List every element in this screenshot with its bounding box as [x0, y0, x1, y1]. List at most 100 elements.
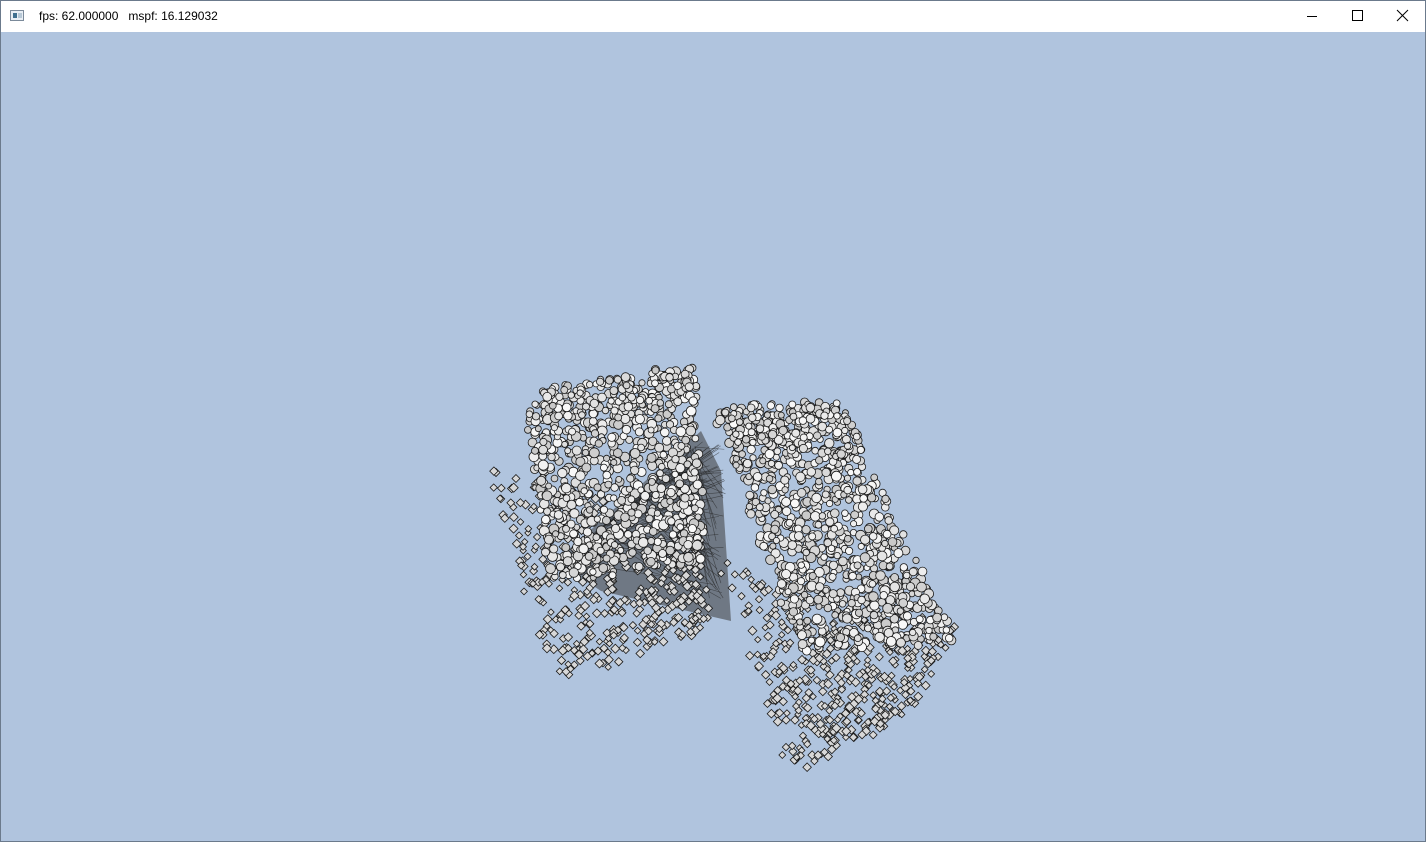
particle-sphere [767, 429, 778, 440]
particle-sphere [884, 516, 893, 525]
particle-cube [727, 583, 737, 593]
particle-sphere [827, 544, 836, 553]
particle-sphere [550, 474, 559, 483]
particle-sphere [882, 602, 893, 614]
particle-sphere [899, 563, 908, 572]
particle-sphere [539, 437, 548, 446]
particle-cube [920, 680, 931, 691]
particle-sphere [749, 438, 757, 446]
particle-cube [595, 637, 604, 646]
particle-sphere [769, 542, 777, 550]
particle-sphere [732, 430, 740, 438]
particle-sphere [727, 414, 736, 423]
minimize-button[interactable] [1289, 1, 1335, 31]
particle-sphere [690, 468, 699, 477]
particle-cube [632, 637, 643, 647]
window-app-icon[interactable] [10, 10, 24, 21]
particle-cube [787, 741, 797, 751]
title-bar[interactable]: fps: 62.000000 mspf: 16.129032 [1, 1, 1425, 31]
particle-sphere [898, 598, 908, 608]
particle-cube [633, 626, 642, 635]
particle-sphere [662, 436, 672, 446]
particle-sphere [776, 579, 787, 589]
particle-sphere [896, 607, 904, 615]
particle-sphere [775, 403, 784, 413]
particle-sphere [661, 474, 671, 483]
particle-sphere [611, 523, 621, 533]
particle-sphere [925, 626, 933, 635]
particle-sphere [687, 524, 697, 534]
particle-sphere [596, 377, 605, 386]
particle-sphere [602, 515, 611, 525]
particle-sphere [732, 461, 740, 469]
particle-sphere [917, 566, 928, 577]
particle-sphere [854, 608, 864, 617]
particle-sphere [561, 482, 572, 494]
particle-cube [508, 512, 519, 523]
particle-sphere [798, 443, 808, 453]
particle-sphere [680, 493, 690, 503]
particle-cube [772, 716, 783, 727]
particle-cube [765, 678, 774, 686]
particle-sphere [932, 612, 942, 623]
particle-sphere [596, 546, 605, 555]
particle-sphere [863, 524, 873, 534]
particle-sphere [623, 402, 634, 412]
particle-sphere [847, 599, 856, 608]
particle-sphere [853, 467, 861, 476]
particle-sphere [836, 588, 845, 597]
particle-sphere [665, 420, 675, 429]
particle-cube [582, 612, 591, 621]
particle-sphere [798, 416, 808, 425]
particle-sphere [568, 427, 576, 436]
render-viewport[interactable] [1, 32, 1425, 841]
particle-sphere [785, 518, 794, 527]
particle-sphere [781, 486, 789, 494]
particle-cube [591, 608, 602, 619]
particle-sphere [584, 552, 594, 561]
particle-sphere [568, 567, 579, 578]
particle-sphere [586, 506, 594, 514]
particle-sphere [811, 492, 822, 503]
particle-sphere [760, 489, 768, 497]
particle-sphere [729, 403, 738, 411]
particle-sphere [589, 568, 597, 576]
particle-cube [496, 483, 506, 493]
particle-sphere [942, 626, 951, 634]
particle-sphere [675, 479, 684, 489]
particle-sphere [588, 416, 598, 426]
particle-sphere [560, 386, 569, 394]
particle-sphere [531, 412, 541, 421]
particle-sphere [831, 470, 842, 482]
particle-sphere [566, 499, 577, 510]
particle-sphere [576, 389, 584, 397]
particle-sphere [665, 545, 675, 556]
particle-sphere [774, 461, 783, 470]
particle-cube [754, 595, 764, 604]
particle-sphere [844, 474, 852, 482]
particle-cube [745, 650, 755, 661]
particle-sphere [593, 483, 602, 492]
particle-sphere [759, 457, 767, 465]
particle-sphere [553, 510, 564, 520]
particle-sphere [594, 439, 603, 448]
particle-sphere [815, 456, 824, 465]
particle-sphere [695, 553, 706, 564]
particle-sphere [882, 529, 892, 539]
particle-sphere [828, 573, 837, 581]
particle-sphere [592, 533, 601, 542]
particle-sphere [869, 610, 879, 620]
particle-cube [555, 584, 564, 593]
particle-sphere [561, 543, 571, 552]
close-button[interactable] [1380, 1, 1426, 31]
maximize-button[interactable] [1335, 1, 1381, 31]
close-icon [1396, 9, 1409, 22]
particle-sphere [630, 465, 640, 475]
particle-sphere [836, 633, 846, 643]
particle-sphere [562, 524, 570, 533]
particle-sphere [684, 382, 694, 392]
particle-sphere [868, 591, 879, 602]
particle-cube [604, 663, 612, 671]
particle-sphere [575, 470, 586, 481]
particle-sphere [808, 532, 817, 541]
